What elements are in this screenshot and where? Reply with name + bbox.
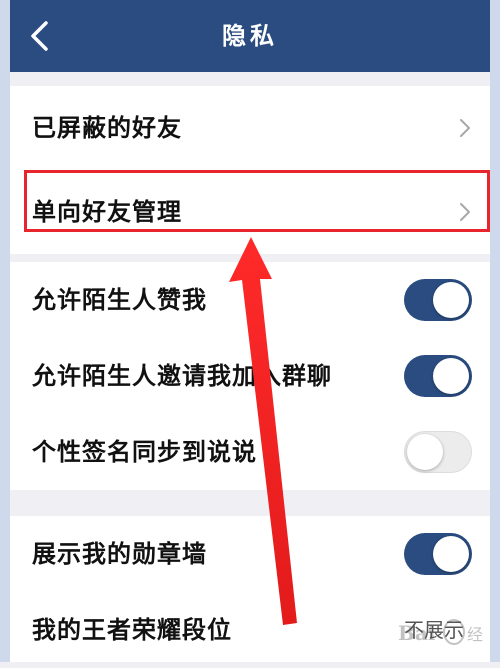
row-label: 允许陌生人赞我 xyxy=(32,286,207,314)
rank-visibility-value: 不展示 xyxy=(404,618,464,642)
toggle-knob xyxy=(433,358,469,394)
toggle-knob xyxy=(433,536,469,572)
toggle-knob xyxy=(407,434,443,470)
medal-wall-toggle[interactable] xyxy=(404,533,472,575)
blocked-friends-row[interactable]: 已屏蔽的好友 xyxy=(10,86,490,170)
settings-group-friends: 已屏蔽的好友 单向好友管理 xyxy=(10,86,490,254)
allow-stranger-invite-row: 允许陌生人邀请我加入群聊 xyxy=(10,338,490,414)
nav-bar: 隐私 xyxy=(0,0,500,72)
chevron-right-icon xyxy=(458,201,472,223)
row-label: 个性签名同步到说说 xyxy=(32,438,257,466)
honor-of-kings-rank-row[interactable]: 我的王者荣耀段位 不展示 xyxy=(10,592,490,668)
signature-sync-toggle[interactable] xyxy=(404,431,472,473)
page-title: 隐私 xyxy=(222,22,278,50)
chevron-right-icon xyxy=(458,117,472,139)
toggle-knob xyxy=(433,282,469,318)
row-label: 允许陌生人邀请我加入群聊 xyxy=(32,362,332,390)
medal-wall-row: 展示我的勋章墙 xyxy=(10,516,490,592)
allow-stranger-like-toggle[interactable] xyxy=(404,279,472,321)
row-label: 展示我的勋章墙 xyxy=(32,540,207,568)
signature-sync-row: 个性签名同步到说说 xyxy=(10,414,490,490)
one-way-friends-row[interactable]: 单向好友管理 xyxy=(10,170,490,254)
allow-stranger-invite-toggle[interactable] xyxy=(404,355,472,397)
row-label: 已屏蔽的好友 xyxy=(32,114,182,142)
settings-group-profile: 展示我的勋章墙 我的王者荣耀段位 不展示 xyxy=(10,516,490,662)
allow-stranger-like-row: 允许陌生人赞我 xyxy=(10,262,490,338)
row-label: 我的王者荣耀段位 xyxy=(32,616,232,644)
settings-group-strangers: 允许陌生人赞我 允许陌生人邀请我加入群聊 个性签名同步到说说 xyxy=(10,262,490,490)
row-label: 单向好友管理 xyxy=(32,198,182,226)
